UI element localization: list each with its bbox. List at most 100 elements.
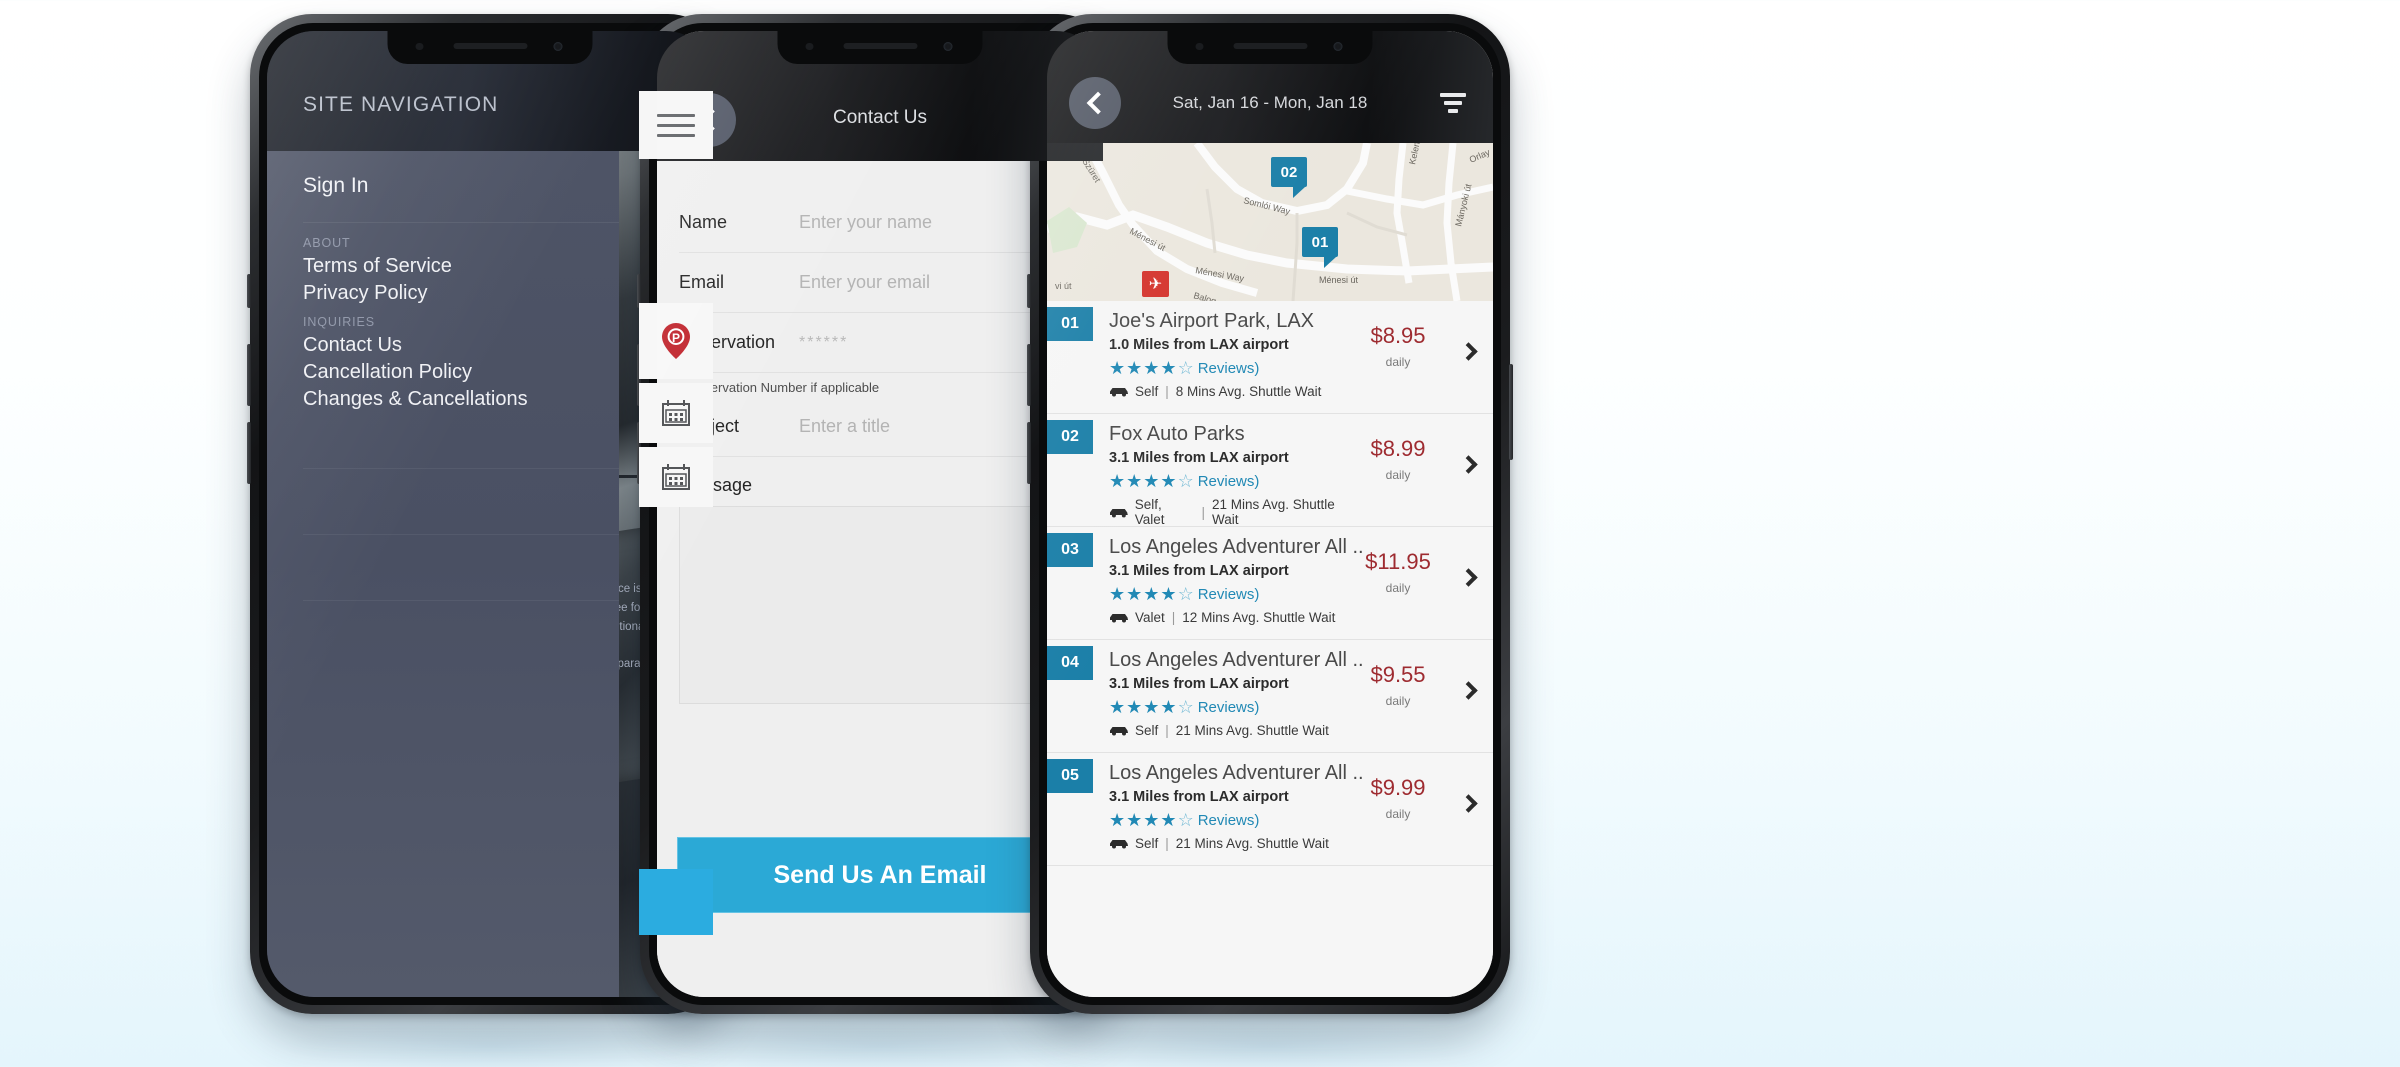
table-row[interactable]: 01 Joe's Airport Park, LAX 1.0 Miles fro… (1047, 301, 1493, 414)
menu-item-contact-us[interactable]: Contact Us (303, 332, 619, 359)
form-row-reservation[interactable]: Reservation ****** (679, 313, 1081, 373)
message-textarea[interactable] (679, 506, 1081, 704)
hamburger-icon[interactable] (639, 91, 713, 159)
star-filled-icon: ★ (1160, 697, 1177, 717)
table-row[interactable]: 05 Los Angeles Adventurer All ... 3.1 Mi… (1047, 753, 1493, 866)
calendar-card-start[interactable] (639, 383, 713, 443)
reviews-link[interactable]: Reviews) (1198, 812, 1260, 829)
menu-divider (303, 535, 619, 601)
menu-item-sign-in[interactable]: Sign In (303, 151, 619, 223)
star-filled-icon: ★ (1109, 471, 1126, 491)
star-filled-icon: ★ (1143, 810, 1160, 830)
map-graphic: Szüret Somlói Way Ménesi út Ménesi Way M… (1047, 143, 1493, 301)
star-filled-icon: ★ (1143, 471, 1160, 491)
volume-down-button (247, 422, 251, 484)
shuttle-wait: 8 Mins Avg. Shuttle Wait (1175, 384, 1322, 399)
search-action-button[interactable] (639, 869, 713, 935)
menu-item-cancellation-policy[interactable]: Cancellation Policy (303, 359, 619, 386)
form-row-name[interactable]: Name Enter your name (679, 193, 1081, 253)
airport-icon[interactable]: ✈ (1142, 271, 1169, 297)
price-period: daily (1385, 355, 1411, 369)
reservation-input[interactable]: ****** (799, 334, 848, 352)
front-camera (943, 42, 953, 51)
shuttle-wait: 21 Mins Avg. Shuttle Wait (1175, 723, 1329, 738)
filter-icon[interactable] (1439, 93, 1467, 115)
star-empty-icon: ☆ (1177, 810, 1194, 830)
table-row[interactable]: 04 Los Angeles Adventurer All ... 3.1 Mi… (1047, 640, 1493, 753)
chevron-right-icon[interactable] (1459, 342, 1478, 361)
chevron-right-icon[interactable] (1459, 568, 1478, 587)
field-label: Name (679, 212, 728, 232)
proximity-sensor (805, 43, 814, 50)
front-camera (1333, 42, 1343, 51)
form-row-subject[interactable]: Subject Enter a title (679, 397, 1081, 457)
separator: | (1165, 723, 1169, 738)
star-filled-icon: ★ (1160, 471, 1177, 491)
price-block: $8.95 daily (1355, 323, 1441, 369)
parking-pin-card[interactable]: P (639, 303, 713, 379)
calendar-card-end[interactable] (639, 447, 713, 507)
car-icon (1110, 614, 1128, 623)
parking-pin-icon: P (662, 323, 690, 359)
map-marker-01[interactable]: 01 (1302, 227, 1338, 268)
car-icon (1110, 727, 1128, 736)
car-icon (1110, 840, 1128, 849)
map-marker-02[interactable]: 02 (1271, 157, 1307, 198)
form-row-email[interactable]: Email Enter your email (679, 253, 1081, 313)
table-row[interactable]: 03 Los Angeles Adventurer All ... 3.1 Mi… (1047, 527, 1493, 640)
earpiece-speaker (1233, 43, 1307, 49)
price-amount: $9.55 (1370, 662, 1426, 687)
name-input[interactable]: Enter your name (799, 212, 932, 233)
service-type: Valet (1135, 610, 1165, 625)
date-range-label[interactable]: Sat, Jan 16 - Mon, Jan 18 (1047, 93, 1493, 113)
price-period: daily (1385, 581, 1411, 595)
price-amount: $11.95 (1365, 549, 1431, 574)
message-section: Message (679, 463, 1081, 704)
reviews-link[interactable]: Reviews) (1198, 699, 1260, 716)
star-filled-icon: ★ (1109, 697, 1126, 717)
earpiece-speaker (843, 43, 917, 49)
chevron-right-icon[interactable] (1459, 681, 1478, 700)
menu-group-inquiries: INQUIRIES Contact Us Cancellation Policy… (303, 313, 619, 419)
chevron-right-icon[interactable] (1459, 455, 1478, 474)
menu-item-changes-cancellations[interactable]: Changes & Cancellations (303, 386, 619, 413)
send-email-button[interactable]: Send Us An Email (677, 837, 1083, 913)
rating-stars: ★ ★ ★ ★ ☆ Reviews) (1109, 697, 1363, 718)
separator: | (1165, 836, 1169, 851)
phone-reflection (670, 1016, 1090, 1067)
showcase-stage: SITE NAVIGATION Sign In ABOUT Terms of S… (0, 0, 2400, 1067)
price-block: $9.55 daily (1355, 662, 1441, 708)
table-row[interactable]: 02 Fox Auto Parks 3.1 Miles from LAX air… (1047, 414, 1493, 527)
lot-service-info: Self | 8 Mins Avg. Shuttle Wait (1109, 384, 1363, 399)
lot-service-info: Valet | 12 Mins Avg. Shuttle Wait (1109, 610, 1363, 625)
phone-notch (1167, 31, 1373, 64)
menu-item-terms-of-service[interactable]: Terms of Service (303, 253, 619, 280)
menu-group-label: INQUIRIES (303, 315, 375, 329)
star-empty-icon: ☆ (1177, 697, 1194, 717)
star-filled-icon: ★ (1126, 810, 1143, 830)
price-period: daily (1385, 694, 1411, 708)
mute-switch (1027, 274, 1031, 308)
lot-name: Los Angeles Adventurer All ... (1109, 649, 1363, 671)
lot-service-info: Self | 21 Mins Avg. Shuttle Wait (1109, 723, 1363, 738)
phone-reflection (280, 1016, 700, 1067)
menu-item-privacy-policy[interactable]: Privacy Policy (303, 280, 619, 307)
chevron-right-icon[interactable] (1459, 794, 1478, 813)
reviews-link[interactable]: Reviews) (1198, 473, 1260, 490)
star-filled-icon: ★ (1160, 810, 1177, 830)
service-type: Self (1135, 836, 1159, 851)
lot-service-info: Self | 21 Mins Avg. Shuttle Wait (1109, 836, 1363, 851)
lot-distance: 3.1 Miles from LAX airport (1109, 789, 1289, 805)
price-amount: $8.99 (1370, 436, 1426, 461)
results-map[interactable]: Szüret Somlói Way Ménesi út Ménesi Way M… (1047, 143, 1493, 301)
separator: | (1201, 504, 1205, 520)
email-input[interactable]: Enter your email (799, 272, 930, 293)
reviews-link[interactable]: Reviews) (1198, 586, 1260, 603)
star-filled-icon: ★ (1160, 358, 1177, 378)
reviews-link[interactable]: Reviews) (1198, 360, 1260, 377)
parking-results-list: 01 Joe's Airport Park, LAX 1.0 Miles fro… (1047, 301, 1493, 997)
star-empty-icon: ☆ (1177, 584, 1194, 604)
rating-stars: ★ ★ ★ ★ ☆ Reviews) (1109, 471, 1363, 492)
subject-input[interactable]: Enter a title (799, 416, 890, 437)
price-amount: $8.95 (1370, 323, 1426, 348)
